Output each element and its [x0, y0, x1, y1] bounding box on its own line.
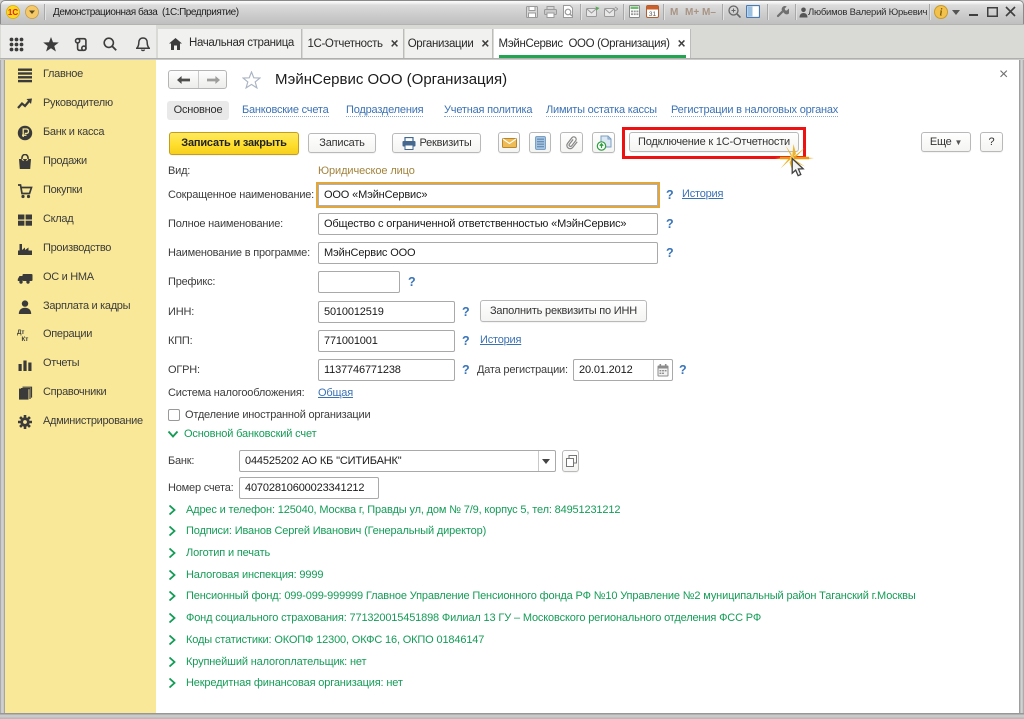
svg-text:i: i	[940, 8, 943, 19]
svg-text:Кт: Кт	[21, 336, 28, 343]
svg-text:31: 31	[649, 11, 657, 18]
svg-text:1С: 1С	[8, 8, 18, 17]
svg-text:Дт: Дт	[17, 329, 24, 336]
